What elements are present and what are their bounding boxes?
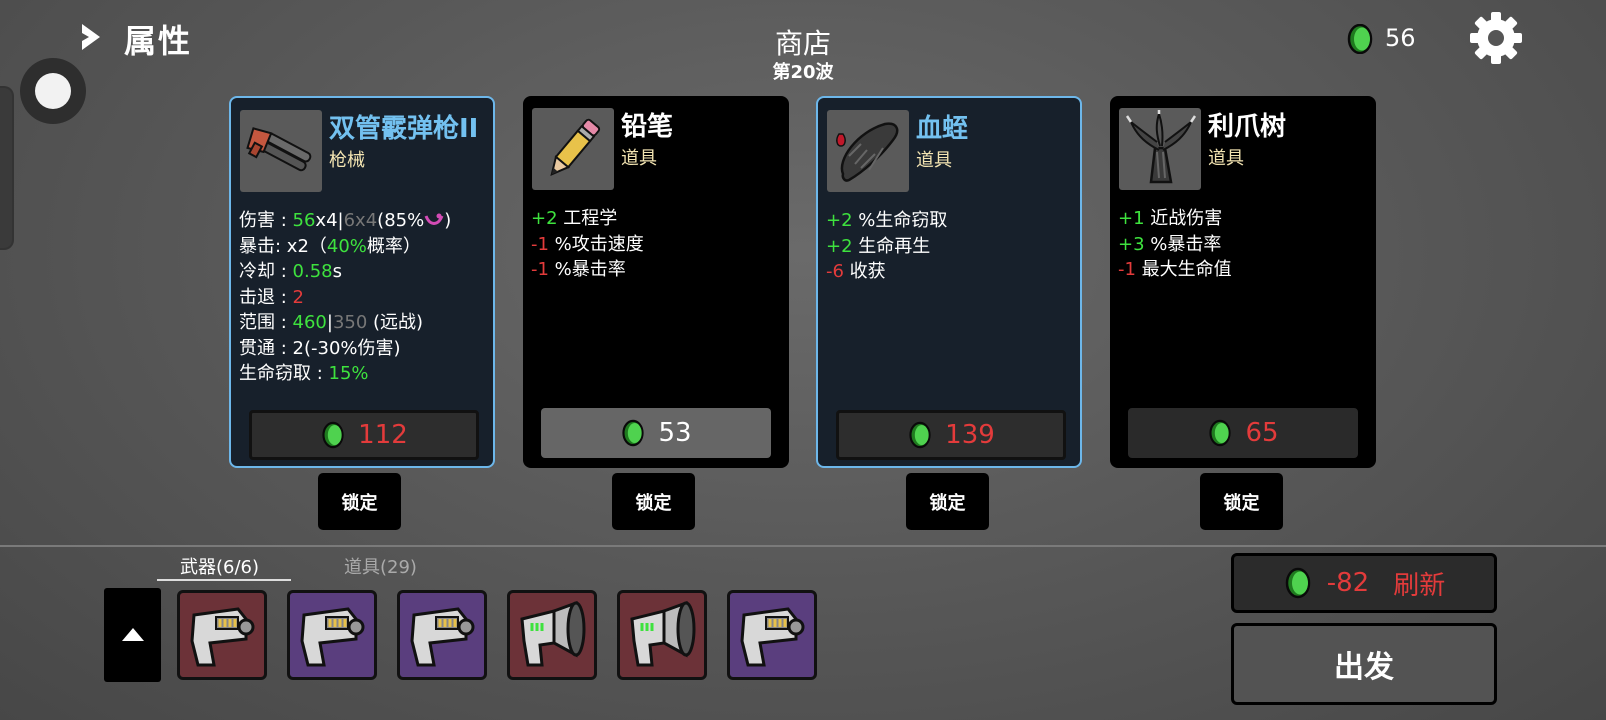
section-divider	[0, 545, 1606, 547]
weapon-slot[interactable]	[177, 590, 267, 680]
item-name: 利爪树	[1208, 112, 1287, 142]
weapon-stats: 伤害 : 56x4|6x4(85%) 暴击: x2（40%概率） 冷却 : 0.…	[239, 208, 451, 387]
tab-items[interactable]: 道具(29)	[344, 553, 417, 579]
stat-cooldown: 冷却 : 0.58s	[239, 261, 342, 282]
taser-gun-icon	[730, 593, 814, 681]
taser-gun-icon	[180, 593, 264, 681]
stat-pierce: 贯通 : 2(-30%伤害)	[239, 337, 401, 359]
buy-button[interactable]: 65	[1128, 408, 1358, 458]
side-drawer-handle[interactable]	[0, 86, 14, 250]
stat-crit: 暴击: x2（40%概率）	[239, 235, 421, 257]
active-tab-underline	[157, 579, 291, 581]
tab-weapons[interactable]: 武器(6/6)	[180, 553, 259, 579]
item-thumbnail	[240, 110, 322, 192]
reroll-button[interactable]: -82 刷新	[1231, 553, 1497, 613]
taser-gun-icon	[400, 593, 484, 681]
wave-counter: 第20波	[772, 62, 834, 83]
material-coin-icon	[322, 421, 344, 449]
effect-line: -1 最大生命值	[1118, 259, 1232, 280]
price-value: 65	[1245, 418, 1279, 448]
shop-card-claw-tree[interactable]: 利爪树 道具 +1 近战伤害 +3 %暴击率 -1 最大生命值 65	[1110, 96, 1376, 468]
item-effects: +2 %生命窃取 +2 生命再生 -6 收获	[826, 208, 947, 285]
item-effects: +1 近战伤害 +3 %暴击率 -1 最大生命值	[1118, 206, 1232, 283]
item-effects: +2 工程学 -1 %攻击速度 -1 %暴击率	[531, 206, 644, 283]
lock-button[interactable]: 锁定	[1200, 473, 1283, 530]
weapon-slot[interactable]	[287, 590, 377, 680]
buy-button[interactable]: 139	[836, 410, 1066, 460]
weapon-slot[interactable]	[397, 590, 487, 680]
item-type: 道具	[621, 148, 657, 169]
go-button[interactable]: 出发	[1231, 623, 1497, 705]
lock-button[interactable]: 锁定	[612, 473, 695, 530]
material-coin-icon	[909, 421, 931, 449]
effect-line: +3 %暴击率	[1118, 233, 1222, 255]
gear-icon[interactable]	[1468, 10, 1524, 66]
megaphone-gun-icon	[510, 593, 594, 681]
item-thumbnail	[1119, 108, 1201, 190]
shop-card-leech[interactable]: 血蛭 道具 +2 %生命窃取 +2 生命再生 -6 收获 139	[816, 96, 1082, 468]
materials-count: 56	[1385, 24, 1416, 52]
leech-icon	[836, 122, 899, 182]
lock-button[interactable]: 锁定	[318, 473, 401, 530]
weapon-slot[interactable]	[507, 590, 597, 680]
price-value: 53	[658, 418, 692, 448]
double-barrel-shotgun-icon	[246, 127, 312, 172]
taser-gun-icon	[290, 593, 374, 681]
stat-knockback: 击退 : 2	[239, 286, 304, 308]
item-name: 铅笔	[621, 112, 674, 142]
elemental-damage-icon	[424, 213, 444, 225]
item-thumbnail	[532, 108, 614, 190]
reroll-label: 刷新	[1393, 570, 1446, 601]
material-coin-icon	[622, 419, 645, 447]
pencil-icon	[550, 118, 601, 176]
joystick-knob[interactable]	[35, 73, 71, 109]
buy-button[interactable]: 53	[541, 408, 771, 458]
price-value: 139	[945, 420, 995, 450]
stat-damage: 伤害 : 56x4|6x4(85%)	[239, 210, 452, 231]
claw-tree-icon	[1125, 110, 1197, 184]
effect-line: +2 工程学	[531, 208, 618, 229]
shop-card-pencil[interactable]: 铅笔 道具 +2 工程学 -1 %攻击速度 -1 %暴击率 53	[523, 96, 789, 468]
effect-line: +1 近战伤害	[1118, 208, 1223, 229]
item-type: 枪械	[329, 150, 365, 171]
material-coin-icon	[1209, 419, 1232, 447]
stat-range: 范围 : 460|350 (远战)	[239, 312, 424, 333]
price-value: 112	[358, 420, 408, 450]
reroll-cost: -82	[1326, 568, 1370, 598]
buy-button[interactable]: 112	[249, 410, 479, 460]
item-type: 道具	[1208, 148, 1244, 169]
effect-line: -6 收获	[826, 261, 886, 282]
effect-line: -1 %暴击率	[531, 259, 626, 280]
effect-line: -1 %攻击速度	[531, 233, 644, 255]
weapon-slot[interactable]	[617, 590, 707, 680]
effect-line: +2 %生命窃取	[826, 210, 948, 231]
item-thumbnail	[827, 110, 909, 192]
material-coin-icon	[1347, 24, 1373, 54]
shop-card-shotgun[interactable]: 双管霰弹枪II 枪械 伤害 : 56x4|6x4(85%) 暴击: x2（40%…	[229, 96, 495, 468]
effect-line: +2 生命再生	[826, 235, 931, 257]
stat-lifesteal: 生命窃取 : 15%	[239, 363, 369, 384]
item-name: 双管霰弹枪II	[329, 114, 479, 144]
weapon-slot[interactable]	[727, 590, 817, 680]
arrow-up-icon	[122, 628, 144, 641]
material-coin-icon	[1285, 567, 1310, 599]
megaphone-gun-icon	[620, 593, 704, 681]
item-type: 道具	[916, 150, 952, 171]
item-name: 血蛭	[916, 114, 969, 144]
lock-button[interactable]: 锁定	[906, 473, 989, 530]
